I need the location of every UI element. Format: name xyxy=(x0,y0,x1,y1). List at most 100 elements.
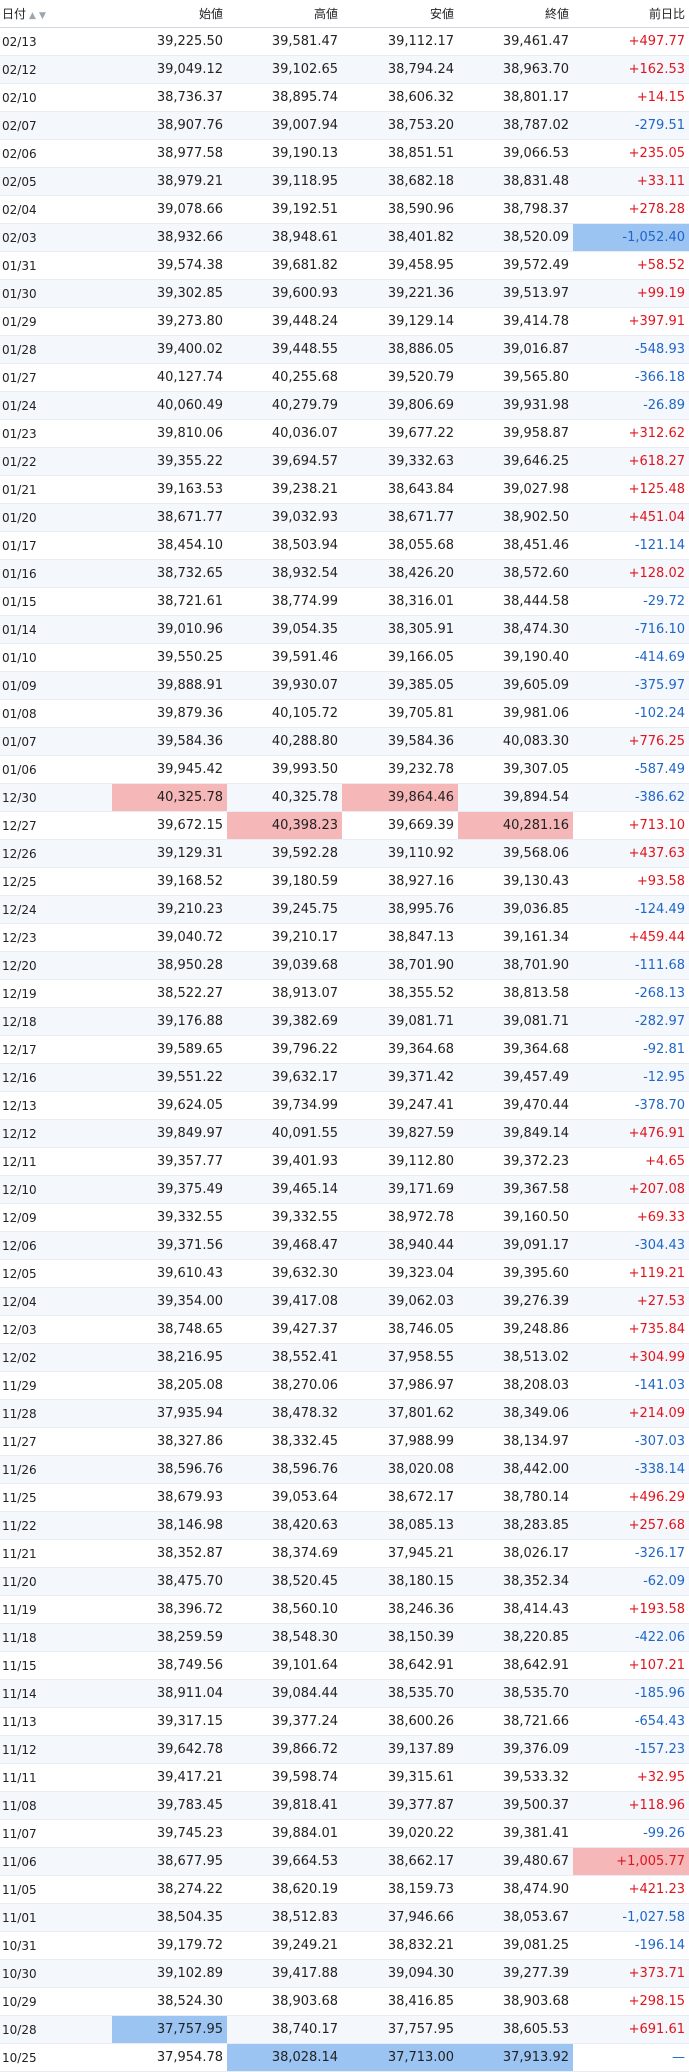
change-cell: -185.96 xyxy=(573,1679,689,1708)
close-cell: 39,081.25 xyxy=(458,1931,573,1960)
open-cell: 37,935.94 xyxy=(112,1399,227,1428)
low-cell: 38,746.05 xyxy=(342,1315,458,1344)
table-row: 10/29 38,524.30 38,903.68 38,416.85 38,903.6… xyxy=(0,1987,689,2016)
column-header-close[interactable]: 終値 xyxy=(458,0,573,28)
date-cell: 02/04 xyxy=(0,195,112,224)
column-header-change[interactable]: 前日比 xyxy=(573,0,689,28)
high-cell: 39,600.93 xyxy=(227,279,342,308)
date-cell: 02/13 xyxy=(0,27,112,56)
high-cell: 39,818.41 xyxy=(227,1791,342,1820)
low-cell: 37,946.66 xyxy=(342,1903,458,1932)
change-cell: -121.14 xyxy=(573,531,689,560)
sort-down-icon[interactable]: ▼ xyxy=(39,11,46,21)
date-cell: 01/27 xyxy=(0,363,112,392)
high-cell: 39,190.13 xyxy=(227,139,342,168)
change-cell: +257.68 xyxy=(573,1511,689,1540)
high-cell: 39,632.30 xyxy=(227,1259,342,1288)
date-cell: 11/13 xyxy=(0,1707,112,1736)
change-cell: -279.51 xyxy=(573,111,689,140)
low-cell: 37,757.95 xyxy=(342,2015,458,2044)
change-cell: +128.02 xyxy=(573,559,689,588)
change-cell: +235.05 xyxy=(573,139,689,168)
table-row: 11/15 38,749.56 39,101.64 38,642.91 38,642.9… xyxy=(0,1651,689,1680)
low-cell: 38,671.77 xyxy=(342,503,458,532)
high-cell: 38,548.30 xyxy=(227,1623,342,1652)
open-cell: 39,400.02 xyxy=(112,335,227,364)
high-cell: 39,192.51 xyxy=(227,195,342,224)
table-row: 11/07 39,745.23 39,884.01 39,020.22 39,381.4… xyxy=(0,1819,689,1848)
open-cell: 39,102.89 xyxy=(112,1959,227,1988)
low-cell: 38,246.36 xyxy=(342,1595,458,1624)
low-cell: 38,150.39 xyxy=(342,1623,458,1652)
low-cell: 37,988.99 xyxy=(342,1427,458,1456)
open-cell: 39,879.36 xyxy=(112,699,227,728)
high-cell: 38,560.10 xyxy=(227,1595,342,1624)
date-cell: 12/27 xyxy=(0,811,112,840)
open-cell: 38,596.76 xyxy=(112,1455,227,1484)
high-cell: 39,796.22 xyxy=(227,1035,342,1064)
table-row: 11/01 38,504.35 38,512.83 37,946.66 38,053.6… xyxy=(0,1903,689,1932)
close-cell: 39,376.09 xyxy=(458,1735,573,1764)
low-cell: 38,832.21 xyxy=(342,1931,458,1960)
high-cell: 40,105.72 xyxy=(227,699,342,728)
table-row: 11/22 38,146.98 38,420.63 38,085.13 38,283.8… xyxy=(0,1511,689,1540)
date-cell: 02/07 xyxy=(0,111,112,140)
open-cell: 39,210.23 xyxy=(112,895,227,924)
column-header-date[interactable]: 日付 ▲ ▼ xyxy=(0,0,112,28)
low-cell: 38,927.16 xyxy=(342,867,458,896)
table-row: 12/20 38,950.28 39,039.68 38,701.90 38,701.9… xyxy=(0,951,689,980)
open-cell: 38,327.86 xyxy=(112,1427,227,1456)
close-cell: 39,160.50 xyxy=(458,1203,573,1232)
open-cell: 38,454.10 xyxy=(112,531,227,560)
date-cell: 01/22 xyxy=(0,447,112,476)
high-cell: 39,101.64 xyxy=(227,1651,342,1680)
change-cell: -307.03 xyxy=(573,1427,689,1456)
close-cell: 38,903.68 xyxy=(458,1987,573,2016)
open-cell: 38,205.08 xyxy=(112,1371,227,1400)
change-cell: +119.21 xyxy=(573,1259,689,1288)
close-cell: 39,277.39 xyxy=(458,1959,573,1988)
table-row: 11/29 38,205.08 38,270.06 37,986.97 38,208.0… xyxy=(0,1371,689,1400)
date-cell: 11/01 xyxy=(0,1903,112,1932)
table-row: 01/07 39,584.36 40,288.80 39,584.36 40,083.3… xyxy=(0,727,689,756)
date-cell: 01/06 xyxy=(0,755,112,784)
low-cell: 39,377.87 xyxy=(342,1791,458,1820)
date-cell: 01/16 xyxy=(0,559,112,588)
close-cell: 39,130.43 xyxy=(458,867,573,896)
change-cell: +69.33 xyxy=(573,1203,689,1232)
column-header-low[interactable]: 安値 xyxy=(342,0,458,28)
table-row: 01/09 39,888.91 39,930.07 39,385.05 39,605.0… xyxy=(0,671,689,700)
date-cell: 12/19 xyxy=(0,979,112,1008)
column-header-high[interactable]: 高値 xyxy=(227,0,342,28)
high-cell: 39,694.57 xyxy=(227,447,342,476)
change-cell: -1,052.40 xyxy=(573,223,689,252)
low-cell: 38,940.44 xyxy=(342,1231,458,1260)
table-row: 11/19 38,396.72 38,560.10 38,246.36 38,414.4… xyxy=(0,1595,689,1624)
low-cell: 38,606.32 xyxy=(342,83,458,112)
table-row: 12/17 39,589.65 39,796.22 39,364.68 39,364.6… xyxy=(0,1035,689,1064)
column-header-open[interactable]: 始値 xyxy=(112,0,227,28)
low-cell: 38,020.08 xyxy=(342,1455,458,1484)
close-cell: 40,083.30 xyxy=(458,727,573,756)
change-cell: -92.81 xyxy=(573,1035,689,1064)
close-cell: 39,461.47 xyxy=(458,27,573,56)
open-cell: 38,732.65 xyxy=(112,559,227,588)
table-row: 10/30 39,102.89 39,417.88 39,094.30 39,277.3… xyxy=(0,1959,689,1988)
close-cell: 37,913.92 xyxy=(458,2043,573,2072)
high-cell: 39,039.68 xyxy=(227,951,342,980)
close-cell: 39,931.98 xyxy=(458,391,573,420)
change-cell: -124.49 xyxy=(573,895,689,924)
low-cell: 39,315.61 xyxy=(342,1763,458,1792)
high-cell: 38,503.94 xyxy=(227,531,342,560)
table-row: 01/24 40,060.49 40,279.79 39,806.69 39,931.9… xyxy=(0,391,689,420)
low-cell: 39,705.81 xyxy=(342,699,458,728)
open-cell: 38,679.93 xyxy=(112,1483,227,1512)
date-cell: 11/21 xyxy=(0,1539,112,1568)
change-cell: +125.48 xyxy=(573,475,689,504)
sort-up-icon[interactable]: ▲ xyxy=(29,11,36,21)
date-cell: 12/25 xyxy=(0,867,112,896)
close-cell: 39,981.06 xyxy=(458,699,573,728)
low-cell: 39,584.36 xyxy=(342,727,458,756)
table-row: 02/03 38,932.66 38,948.61 38,401.82 38,520.0… xyxy=(0,223,689,252)
high-cell: 39,866.72 xyxy=(227,1735,342,1764)
